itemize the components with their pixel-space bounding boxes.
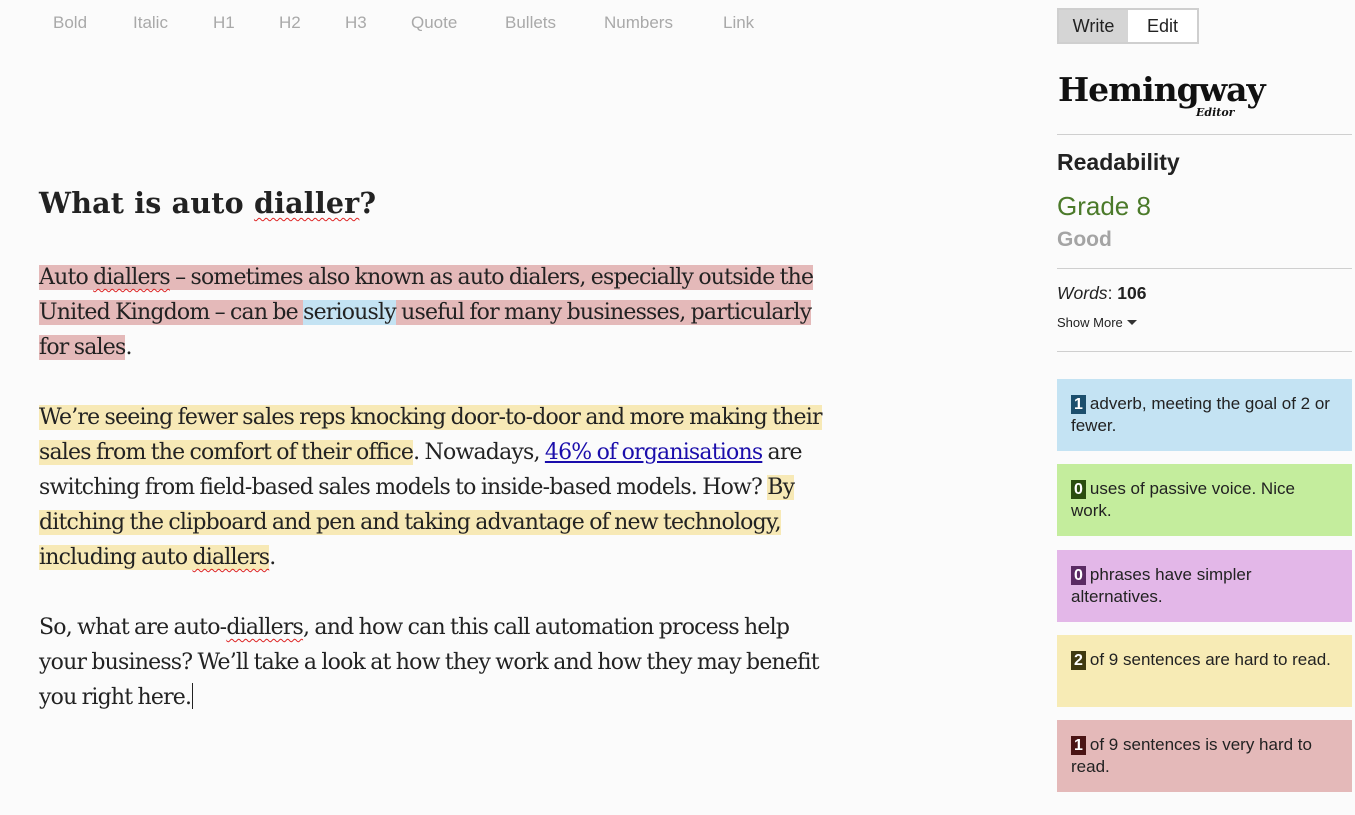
adverb-highlight[interactable]: seriously [303, 300, 397, 325]
phrases-card-text: phrases have simpler alternatives. [1071, 565, 1252, 606]
bold-button[interactable]: Bold [53, 13, 87, 33]
paragraph-2[interactable]: We’re seeing fewer sales reps knocking d… [39, 400, 839, 575]
spelling-error[interactable]: diallers [93, 265, 171, 290]
heading-text: What is auto [39, 186, 254, 220]
organisations-link[interactable]: 46% of organisations [545, 440, 763, 465]
phrases-count-badge: 0 [1071, 566, 1086, 585]
show-more-toggle[interactable]: Show More [1057, 315, 1137, 330]
sentence-text: Auto [39, 265, 94, 290]
sentence-end: . [125, 335, 132, 360]
hemingway-logo: Hemingway [1058, 70, 1266, 109]
word-count-label: Words [1057, 283, 1108, 303]
edit-mode-button[interactable]: Edit [1128, 10, 1197, 42]
sentence-text: . Nowadays, [413, 440, 545, 465]
bullets-button[interactable]: Bullets [505, 13, 556, 33]
mode-toggle: Write Edit [1057, 8, 1199, 44]
h1-button[interactable]: H1 [213, 13, 235, 33]
hard-count-badge: 2 [1071, 651, 1086, 670]
divider [1057, 351, 1352, 352]
h2-button[interactable]: H2 [279, 13, 301, 33]
readability-label: Readability [1057, 149, 1180, 175]
divider [1057, 134, 1352, 135]
adverb-count-badge: 1 [1071, 395, 1086, 414]
very-hard-card-text: of 9 sentences is very hard to read. [1071, 735, 1312, 776]
spelling-error[interactable]: dialler [254, 186, 359, 220]
word-count-separator: : [1107, 283, 1118, 303]
sentence-text: So, what are auto- [39, 615, 227, 640]
word-count: Words: 106 [1057, 283, 1147, 304]
word-count-value: 106 [1117, 283, 1147, 303]
adverb-card: 1 adverb, meeting the goal of 2 or fewer. [1057, 379, 1352, 451]
passive-card-text: uses of passive voice. Nice work. [1071, 479, 1295, 520]
quote-button[interactable]: Quote [411, 13, 457, 33]
adverb-card-text: adverb, meeting the goal of 2 or fewer. [1071, 394, 1330, 435]
h3-button[interactable]: H3 [345, 13, 367, 33]
spelling-error[interactable]: diallers [192, 545, 270, 570]
passive-count-badge: 0 [1071, 480, 1086, 499]
text-cursor [192, 683, 194, 709]
hard-card-text: of 9 sentences are hard to read. [1089, 650, 1331, 669]
very-hard-sentence[interactable]: Auto diallers – sometimes also known as … [39, 265, 814, 360]
divider [1057, 268, 1352, 269]
sentence-end: . [269, 545, 276, 570]
italic-button[interactable]: Italic [133, 13, 168, 33]
editor-area[interactable]: What is auto dialler? Auto diallers – so… [39, 180, 839, 710]
hemingway-logo-subtitle: Editor [1196, 106, 1235, 119]
link-button[interactable]: Link [723, 13, 754, 33]
heading-punct: ? [359, 186, 377, 220]
document-heading[interactable]: What is auto dialler? [39, 180, 839, 226]
show-more-label: Show More [1057, 315, 1123, 330]
paragraph-1[interactable]: Auto diallers – sometimes also known as … [39, 260, 839, 365]
simpler-phrases-card: 0 phrases have simpler alternatives. [1057, 550, 1352, 622]
very-hard-sentences-card: 1 of 9 sentences is very hard to read. [1057, 720, 1352, 792]
grade-level: Grade 8 [1057, 191, 1151, 221]
hard-sentences-card: 2 of 9 sentences are hard to read. [1057, 635, 1352, 707]
readability-rating: Good [1057, 228, 1112, 251]
passive-voice-card: 0 uses of passive voice. Nice work. [1057, 464, 1352, 536]
chevron-down-icon [1126, 320, 1137, 325]
very-hard-count-badge: 1 [1071, 736, 1086, 755]
write-mode-button[interactable]: Write [1059, 10, 1128, 42]
spelling-error[interactable]: diallers [226, 615, 304, 640]
paragraph-3[interactable]: So, what are auto-diallers, and how can … [39, 610, 839, 715]
numbers-button[interactable]: Numbers [604, 13, 673, 33]
